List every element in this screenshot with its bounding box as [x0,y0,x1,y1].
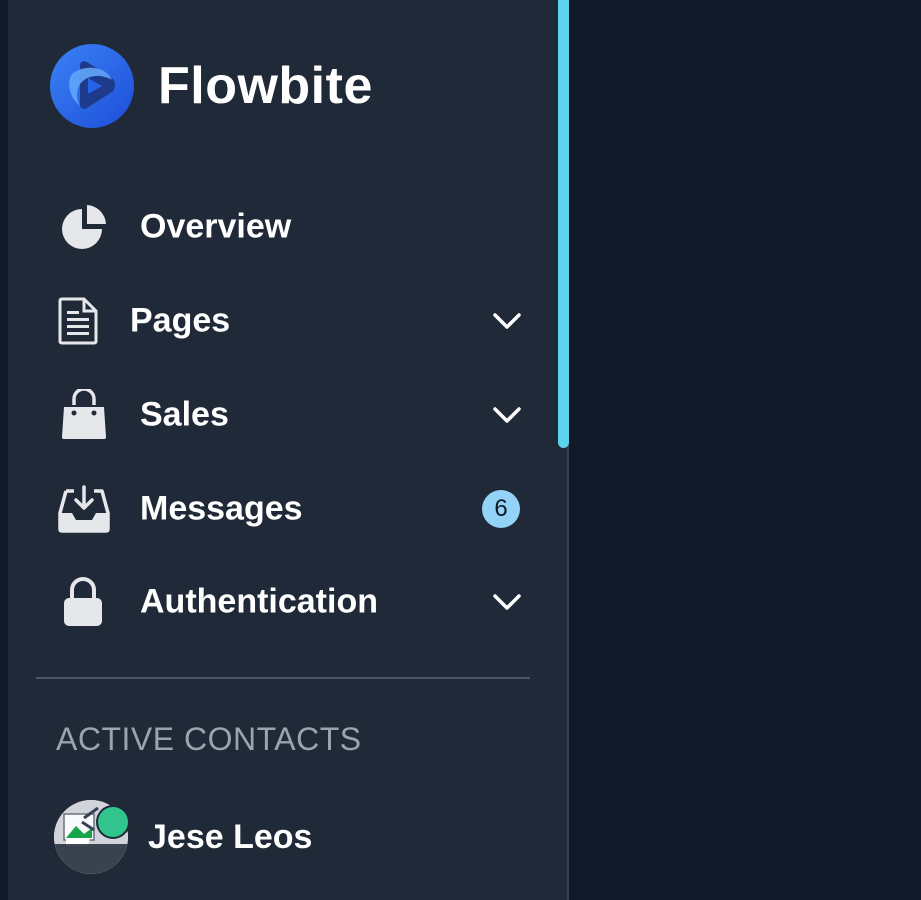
sidebar-item-messages[interactable]: Messages 6 [52,474,522,544]
inbox-in-icon [58,485,110,533]
contact-name: Jese Leos [148,817,313,856]
shopping-bag-icon [60,389,108,441]
sidebar-item-overview[interactable]: Overview [52,192,522,262]
sidebar: Flowbite Overview Pages Sales Messages 6… [8,0,569,900]
brand[interactable]: Flowbite [50,44,373,128]
flowbite-logo-icon [50,44,134,128]
sidebar-item-sales[interactable]: Sales [52,380,522,450]
scrollbar-thumb[interactable] [558,0,569,448]
chevron-down-icon[interactable] [492,593,522,611]
left-edge [0,0,8,900]
sidebar-item-pages[interactable]: Pages [52,286,522,356]
divider [36,677,530,679]
chevron-down-icon[interactable] [492,312,522,330]
sidebar-item-label: Authentication [140,582,378,621]
chevron-down-icon[interactable] [492,406,522,424]
sidebar-item-label: Pages [130,301,231,340]
brand-name: Flowbite [158,57,373,115]
online-status-indicator [96,805,130,839]
sidebar-item-authentication[interactable]: Authentication [52,567,522,637]
section-title: ACTIVE CONTACTS [56,721,362,757]
contact-item[interactable]: Jese Leos [54,800,312,874]
sidebar-item-label: Sales [140,395,229,434]
sidebar-item-label: Messages [140,489,303,528]
lock-icon [62,576,104,628]
document-icon [58,297,98,345]
chart-pie-icon [60,203,108,251]
unread-count-badge: 6 [482,490,520,528]
sidebar-item-label: Overview [140,207,292,246]
